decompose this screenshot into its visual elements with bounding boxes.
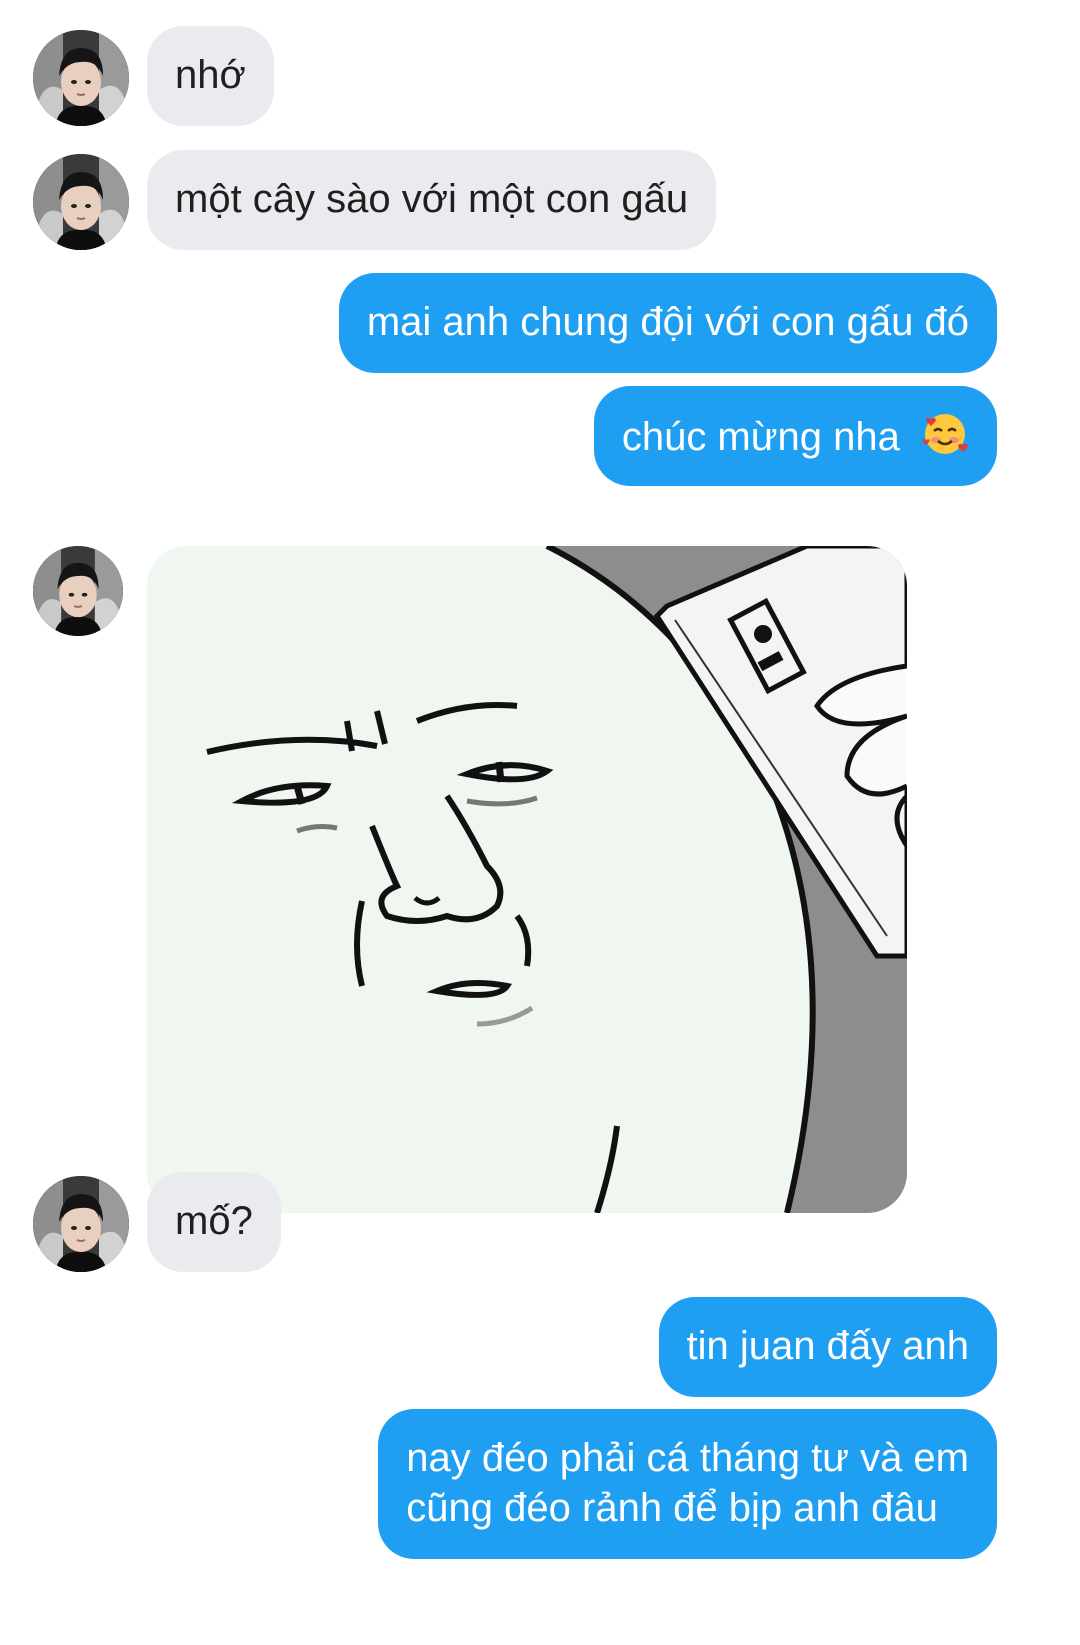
incoming-message[interactable]: mố? (147, 1172, 281, 1272)
outgoing-message[interactable]: tin juan đấy anh (658, 1297, 997, 1397)
outgoing-message[interactable]: chúc mừng nha (593, 386, 997, 486)
avatar-photo (33, 30, 129, 126)
avatar-photo (33, 1176, 129, 1272)
message-text: mố? (175, 1199, 253, 1243)
avatar[interactable] (33, 1176, 129, 1272)
outgoing-message[interactable]: mai anh chung đội với con gấu đó (338, 273, 997, 373)
avatar-photo (33, 154, 129, 250)
avatar[interactable] (33, 154, 129, 250)
meme-face-holding-phone-sticker[interactable] (147, 546, 907, 1213)
message-text: nhớ (175, 53, 246, 97)
outgoing-message[interactable]: nay đéo phải cá tháng tư và em cũng đéo … (378, 1409, 997, 1559)
message-text: một cây sào với một con gấu (175, 177, 689, 221)
incoming-message[interactable]: nhớ (147, 26, 274, 126)
message-text-line: nay đéo phải cá tháng tư và em (406, 1436, 969, 1480)
incoming-message[interactable]: một cây sào với một con gấu (147, 150, 717, 250)
avatar[interactable] (33, 30, 129, 126)
avatar[interactable] (33, 546, 123, 636)
message-text: tin juan đấy anh (686, 1324, 969, 1368)
avatar-photo (33, 546, 123, 636)
message-text: mai anh chung đội với con gấu đó (366, 300, 969, 344)
message-text-line: cũng đéo rảnh để bịp anh đâu (406, 1486, 938, 1530)
message-text: chúc mừng nha (621, 415, 900, 459)
smiling-face-with-hearts-emoji (921, 410, 969, 458)
